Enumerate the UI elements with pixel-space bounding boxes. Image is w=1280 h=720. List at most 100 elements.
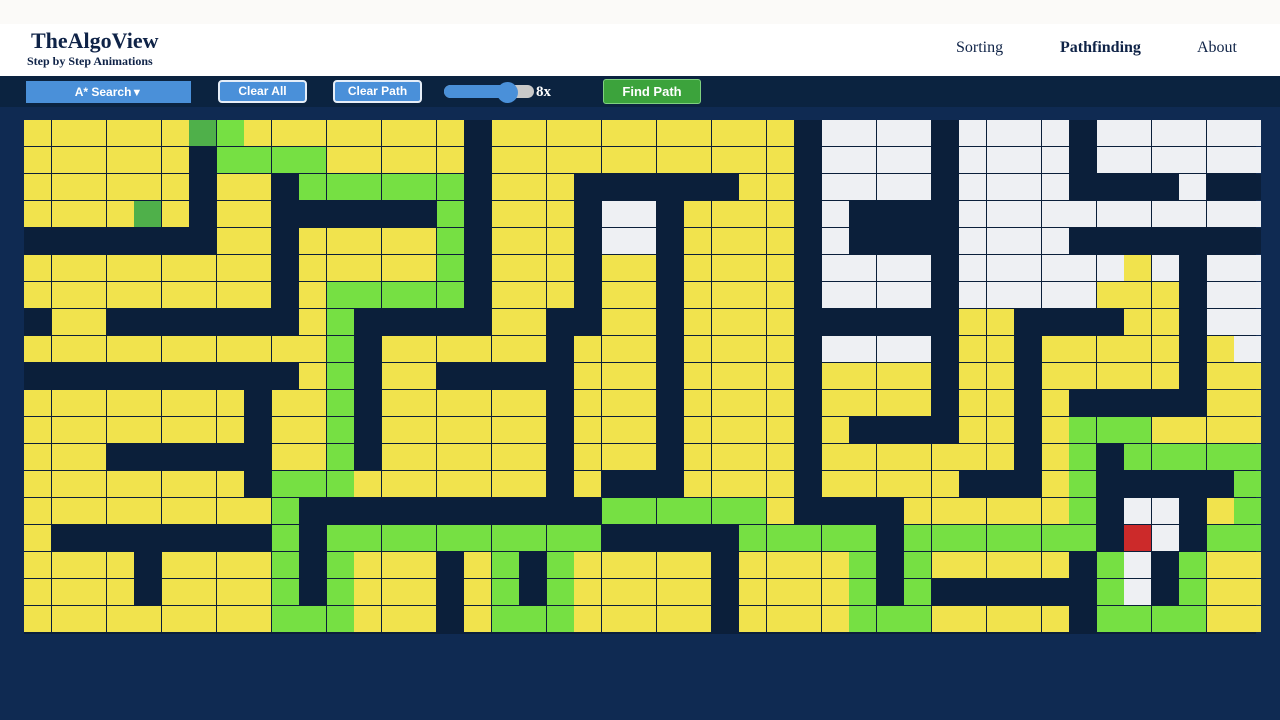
grid-cell-visited[interactable]	[271, 120, 299, 146]
grid-cell-unvisited[interactable]	[959, 282, 986, 308]
grid-cell-wall[interactable]	[1234, 228, 1261, 254]
grid-cell-unvisited[interactable]	[821, 282, 849, 308]
grid-cell-visited[interactable]	[711, 120, 739, 146]
grid-cell-visited[interactable]	[656, 606, 684, 632]
grid-cell-visited[interactable]	[381, 120, 409, 146]
grid-cell-visited[interactable]	[519, 255, 546, 281]
grid-cell-visited[interactable]	[546, 147, 574, 173]
grid-cell-wall[interactable]	[794, 363, 821, 389]
grid-cell-unvisited[interactable]	[876, 336, 904, 362]
grid-cell-visited[interactable]	[381, 336, 409, 362]
grid-cell-wall[interactable]	[519, 363, 546, 389]
grid-cell-wall[interactable]	[849, 309, 876, 335]
grid-cell-visited[interactable]	[161, 417, 189, 443]
grid-cell-visited[interactable]	[106, 174, 134, 200]
grid-cell-visited[interactable]	[1179, 417, 1206, 443]
grid-cell-unvisited[interactable]	[1234, 201, 1261, 227]
grid-cell-wall[interactable]	[876, 552, 904, 578]
grid-cell-wall[interactable]	[711, 552, 739, 578]
grid-cell-visited[interactable]	[106, 606, 134, 632]
grid-cell-wall[interactable]	[519, 498, 546, 524]
grid-cell-visited[interactable]	[849, 390, 876, 416]
grid-cell-visited[interactable]	[711, 471, 739, 497]
grid-cell-unvisited[interactable]	[904, 255, 931, 281]
grid-cell-unvisited[interactable]	[1096, 120, 1124, 146]
grid-cell-visited[interactable]	[959, 390, 986, 416]
grid-cell-unvisited[interactable]	[1124, 579, 1151, 605]
grid-cell-visited[interactable]	[161, 552, 189, 578]
grid-cell-visited[interactable]	[79, 579, 106, 605]
grid-cell-wall[interactable]	[271, 309, 299, 335]
grid-cell-wall[interactable]	[1124, 471, 1151, 497]
grid-cell-visited[interactable]	[739, 363, 766, 389]
grid-cell-path[interactable]	[409, 282, 436, 308]
grid-cell-wall[interactable]	[904, 309, 931, 335]
grid-cell-path[interactable]	[299, 147, 326, 173]
grid-cell-wall[interactable]	[931, 390, 959, 416]
grid-cell-visited[interactable]	[106, 120, 134, 146]
grid-cell-unvisited[interactable]	[849, 336, 876, 362]
grid-cell-visited[interactable]	[326, 147, 354, 173]
grid-cell-visited[interactable]	[986, 444, 1014, 470]
grid-cell-visited[interactable]	[1041, 390, 1069, 416]
grid-cell-visited[interactable]	[436, 336, 464, 362]
grid-cell-wall[interactable]	[986, 471, 1014, 497]
grid-cell-visited[interactable]	[244, 579, 271, 605]
grid-cell-path[interactable]	[1069, 525, 1096, 551]
grid-cell-visited[interactable]	[161, 579, 189, 605]
grid-cell-wall[interactable]	[106, 363, 134, 389]
grid-cell-wall[interactable]	[189, 309, 216, 335]
grid-cell-wall[interactable]	[79, 228, 106, 254]
grid-cell-start[interactable]	[134, 201, 161, 227]
grid-cell-visited[interactable]	[1069, 336, 1096, 362]
grid-cell-path[interactable]	[794, 525, 821, 551]
grid-cell-wall[interactable]	[546, 390, 574, 416]
grid-cell-visited[interactable]	[161, 282, 189, 308]
grid-cell-visited[interactable]	[931, 471, 959, 497]
grid-cell-wall[interactable]	[1014, 390, 1041, 416]
grid-cell-wall[interactable]	[161, 228, 189, 254]
grid-cell-wall[interactable]	[1096, 174, 1124, 200]
grid-cell-visited[interactable]	[519, 336, 546, 362]
grid-cell-wall[interactable]	[1179, 363, 1206, 389]
grid-cell-wall[interactable]	[656, 309, 684, 335]
grid-cell-visited[interactable]	[51, 120, 79, 146]
grid-cell-wall[interactable]	[656, 390, 684, 416]
grid-cell-visited[interactable]	[409, 255, 436, 281]
grid-cell-visited[interactable]	[684, 255, 711, 281]
grid-cell-visited[interactable]	[354, 579, 381, 605]
grid-cell-visited[interactable]	[134, 336, 161, 362]
grid-cell-wall[interactable]	[1096, 471, 1124, 497]
grid-cell-visited[interactable]	[629, 336, 656, 362]
grid-cell-wall[interactable]	[519, 552, 546, 578]
grid-cell-unvisited[interactable]	[1014, 147, 1041, 173]
grid-cell-start[interactable]	[189, 120, 216, 146]
grid-cell-visited[interactable]	[244, 255, 271, 281]
grid-cell-wall[interactable]	[464, 282, 491, 308]
grid-cell-path[interactable]	[1096, 552, 1124, 578]
grid-cell-wall[interactable]	[189, 228, 216, 254]
grid-cell-unvisited[interactable]	[821, 255, 849, 281]
grid-cell-visited[interactable]	[684, 309, 711, 335]
grid-cell-path[interactable]	[1069, 498, 1096, 524]
grid-cell-visited[interactable]	[904, 498, 931, 524]
grid-cell-visited[interactable]	[189, 282, 216, 308]
grid-cell-unvisited[interactable]	[904, 174, 931, 200]
grid-cell-visited[interactable]	[161, 147, 189, 173]
grid-cell-visited[interactable]	[519, 417, 546, 443]
grid-cell-path[interactable]	[271, 552, 299, 578]
grid-cell-path[interactable]	[409, 525, 436, 551]
grid-cell-visited[interactable]	[986, 309, 1014, 335]
grid-cell-visited[interactable]	[409, 147, 436, 173]
grid-cell-visited[interactable]	[354, 552, 381, 578]
grid-cell-wall[interactable]	[464, 120, 491, 146]
grid-cell-unvisited[interactable]	[1206, 255, 1234, 281]
grid-cell-visited[interactable]	[739, 471, 766, 497]
grid-cell-wall[interactable]	[464, 174, 491, 200]
grid-cell-path[interactable]	[1041, 525, 1069, 551]
grid-cell-visited[interactable]	[491, 282, 519, 308]
grid-cell-visited[interactable]	[574, 363, 601, 389]
grid-cell-wall[interactable]	[354, 363, 381, 389]
grid-cell-wall[interactable]	[326, 498, 354, 524]
grid-cell-wall[interactable]	[546, 309, 574, 335]
